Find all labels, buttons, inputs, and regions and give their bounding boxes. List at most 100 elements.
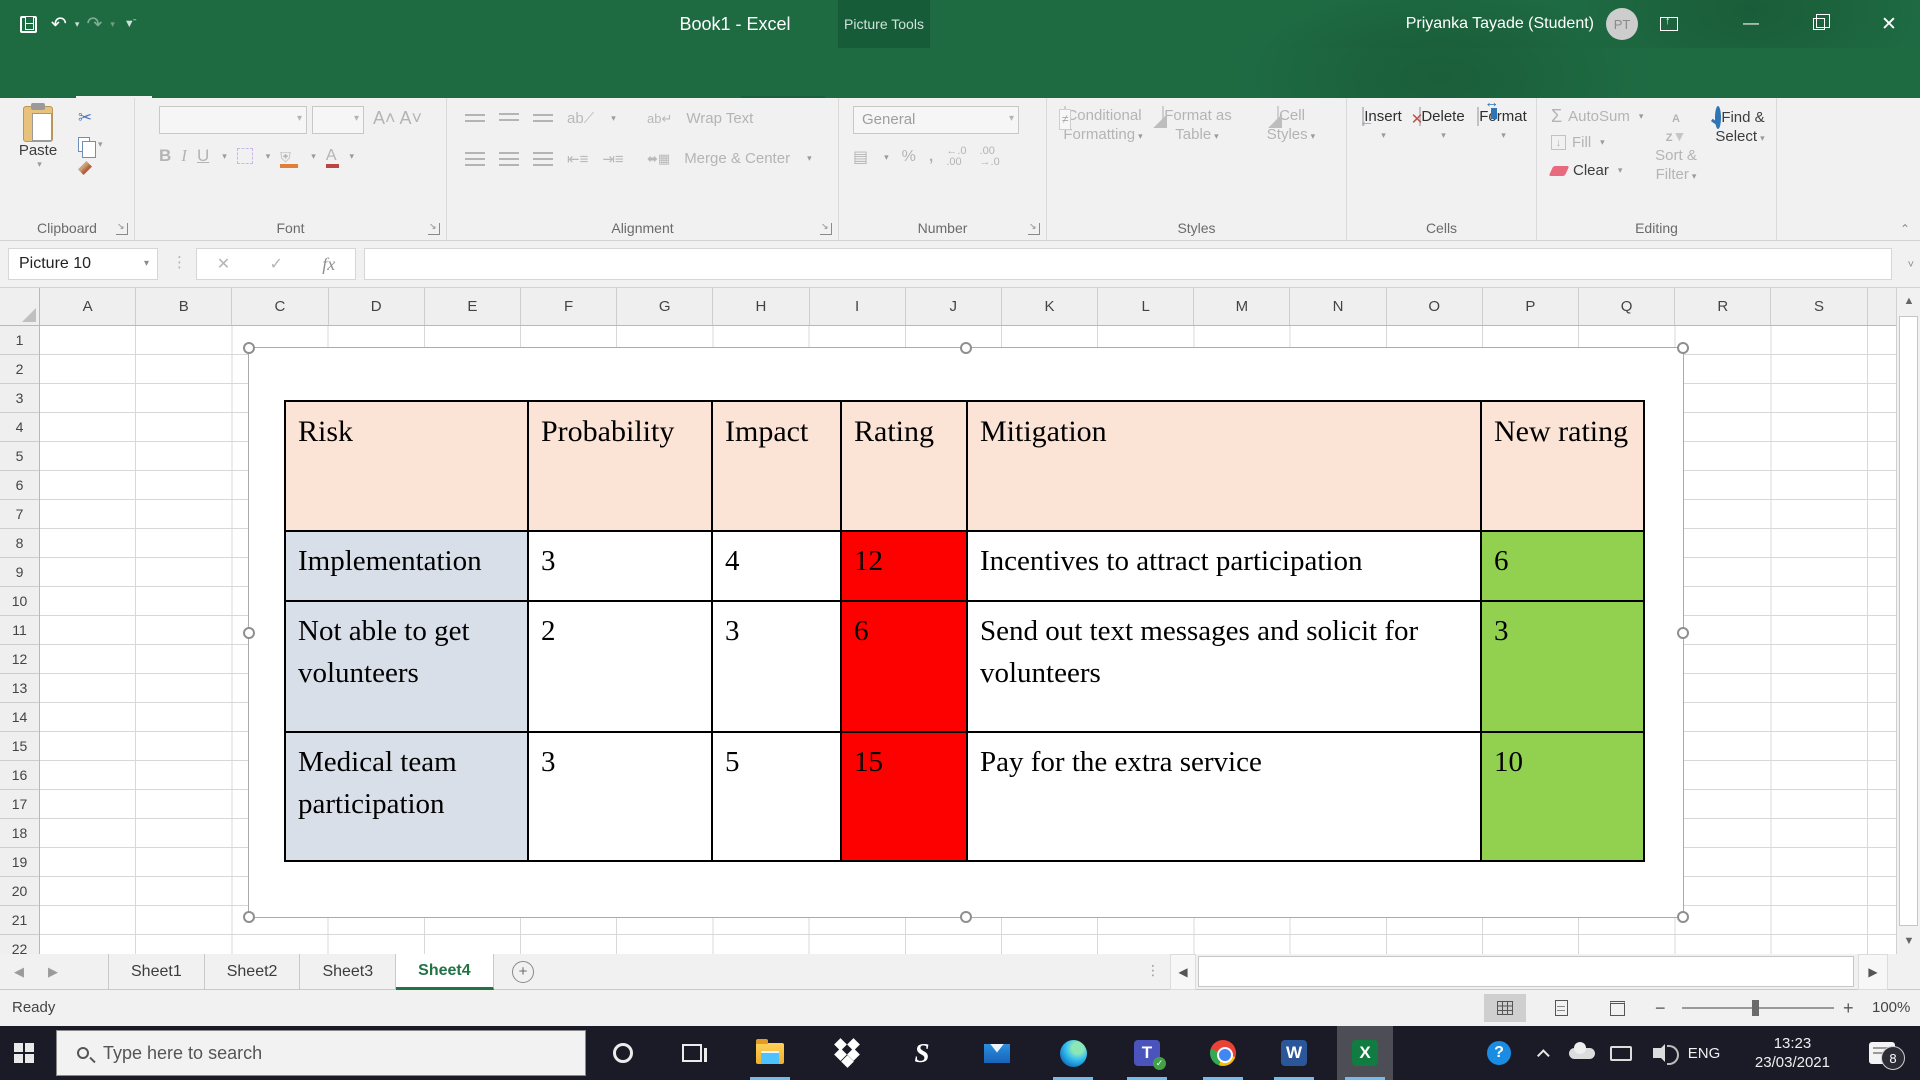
column-header-d[interactable]: D: [329, 288, 425, 325]
resize-handle-middle-left[interactable]: [243, 626, 255, 639]
undo-dropdown-icon[interactable]: ▾: [75, 19, 80, 30]
new-sheet-button[interactable]: +: [512, 961, 534, 983]
app-s-button[interactable]: S: [894, 1026, 950, 1080]
column-header-r[interactable]: R: [1675, 288, 1772, 325]
customize-quick-access-icon[interactable]: ▼̄: [124, 18, 135, 30]
notification-center-button[interactable]: 8: [1862, 1026, 1905, 1080]
row-header-16[interactable]: 16: [0, 761, 39, 790]
excel-button[interactable]: X: [1337, 1026, 1393, 1080]
teams-button[interactable]: T: [1119, 1026, 1175, 1080]
column-header-j[interactable]: J: [906, 288, 1002, 325]
taskbar-search-box[interactable]: Type here to search: [56, 1030, 586, 1076]
clear-dropdown-icon[interactable]: ▾: [1618, 165, 1623, 176]
row-header-22[interactable]: 22: [0, 935, 39, 954]
fill-button[interactable]: ↓ Fill ▾: [1551, 134, 1605, 151]
column-header-c[interactable]: C: [232, 288, 329, 325]
row-header-14[interactable]: 14: [0, 703, 39, 732]
zoom-out-button[interactable]: −: [1655, 990, 1666, 1026]
align-top-icon[interactable]: [465, 113, 485, 124]
cell-styles-button[interactable]: Cell Styles ▾: [1245, 106, 1337, 146]
chrome-button[interactable]: [1195, 1026, 1251, 1080]
format-painter-icon[interactable]: [78, 161, 92, 175]
paste-button[interactable]: Paste ▾: [10, 103, 66, 170]
ribbon-display-options-button[interactable]: [1646, 0, 1692, 48]
column-header-s[interactable]: S: [1771, 288, 1868, 325]
language-indicator[interactable]: ENG: [1684, 1026, 1724, 1080]
underline-button[interactable]: U: [197, 146, 209, 166]
row-header-7[interactable]: 7: [0, 500, 39, 529]
paste-dropdown-icon[interactable]: ▾: [37, 159, 42, 170]
save-icon[interactable]: [20, 15, 37, 33]
sheet-nav-left-icon[interactable]: ◀: [14, 964, 24, 980]
undo-icon[interactable]: ↶: [51, 13, 67, 36]
number-format-combo[interactable]: General: [853, 106, 1019, 134]
sheet-tab-sheet1[interactable]: Sheet1: [108, 954, 205, 990]
zoom-in-button[interactable]: +: [1843, 990, 1854, 1026]
column-header-a[interactable]: A: [40, 288, 137, 325]
hscroll-left-icon[interactable]: ◀: [1170, 954, 1196, 990]
cancel-icon[interactable]: ✕: [217, 254, 230, 274]
row-header-3[interactable]: 3: [0, 384, 39, 413]
insert-cells-button[interactable]: Insert▾: [1353, 107, 1411, 142]
sort-filter-dropdown-icon[interactable]: ▾: [1692, 171, 1697, 181]
sheet-tab-sheet4[interactable]: Sheet4: [396, 954, 494, 990]
increase-decimal-icon[interactable]: ←.0.00: [946, 146, 966, 168]
row-header-17[interactable]: 17: [0, 790, 39, 819]
underline-dropdown-icon[interactable]: ▾: [222, 151, 227, 162]
cut-icon[interactable]: ✂: [78, 108, 103, 128]
tab-split-handle[interactable]: ⋮: [1146, 962, 1160, 979]
row-header-2[interactable]: 2: [0, 355, 39, 384]
orientation-icon[interactable]: ab⟋: [567, 110, 594, 127]
help-tray-button[interactable]: ?: [1485, 1026, 1513, 1080]
word-button[interactable]: W: [1266, 1026, 1322, 1080]
bold-button[interactable]: B: [159, 146, 171, 166]
comma-style-icon[interactable]: ,: [929, 148, 933, 166]
row-header-20[interactable]: 20: [0, 877, 39, 906]
delete-cells-button[interactable]: Delete ▾: [1413, 107, 1471, 142]
fill-color-icon[interactable]: ⛨: [280, 149, 299, 168]
column-header-q[interactable]: Q: [1579, 288, 1676, 325]
page-break-view-button[interactable]: [1596, 994, 1638, 1022]
cortana-button[interactable]: [595, 1026, 651, 1080]
row-header-5[interactable]: 5: [0, 442, 39, 471]
font-size-combo[interactable]: [312, 106, 364, 134]
sheet-nav-right-icon[interactable]: ▶: [48, 964, 58, 980]
font-color-icon[interactable]: A: [325, 147, 339, 168]
user-account[interactable]: Priyanka Tayade (Student) PT: [1406, 0, 1638, 48]
scroll-up-icon[interactable]: ▲: [1897, 288, 1920, 314]
number-dialog-launcher-icon[interactable]: [1028, 223, 1040, 235]
clear-button[interactable]: Clear ▾: [1548, 162, 1623, 179]
wrap-text-label[interactable]: Wrap Text: [686, 110, 753, 127]
column-header-f[interactable]: F: [521, 288, 618, 325]
copy-dropdown-icon[interactable]: ▾: [98, 139, 103, 150]
enter-icon[interactable]: ✓: [269, 254, 282, 274]
row-header-4[interactable]: 4: [0, 413, 39, 442]
collapse-ribbon-icon[interactable]: ⌃: [1900, 222, 1910, 236]
row-header-9[interactable]: 9: [0, 558, 39, 587]
accounting-format-icon[interactable]: ▤: [853, 147, 868, 167]
clock[interactable]: 13:23 23/03/2021: [1755, 1026, 1830, 1080]
align-right-icon[interactable]: [533, 152, 553, 166]
name-box-splitter[interactable]: ⋮: [172, 253, 187, 271]
column-header-h[interactable]: H: [713, 288, 810, 325]
onedrive-tray-button[interactable]: [1566, 1026, 1598, 1080]
resize-handle-bottom-left[interactable]: [243, 911, 255, 923]
select-all-corner[interactable]: [0, 288, 40, 326]
redo-dropdown-icon[interactable]: ▾: [110, 19, 115, 30]
align-middle-icon[interactable]: [499, 112, 519, 125]
resize-handle-bottom-center[interactable]: [960, 911, 972, 923]
task-view-button[interactable]: [664, 1026, 720, 1080]
dropbox-button[interactable]: [819, 1026, 875, 1080]
fill-color-dropdown-icon[interactable]: ▾: [311, 151, 316, 162]
accounting-dropdown-icon[interactable]: ▾: [884, 152, 889, 163]
scroll-down-icon[interactable]: ▼: [1897, 928, 1920, 954]
expand-formula-bar-icon[interactable]: ˅: [1908, 259, 1914, 271]
edge-button[interactable]: [1045, 1026, 1101, 1080]
autosum-button[interactable]: Σ AutoSum ▾: [1551, 106, 1643, 127]
font-color-dropdown-icon[interactable]: ▾: [350, 151, 355, 162]
conditional-dropdown-icon[interactable]: ▾: [1138, 131, 1143, 141]
formula-input[interactable]: [364, 248, 1892, 280]
align-center-icon[interactable]: [499, 152, 519, 166]
row-header-10[interactable]: 10: [0, 587, 39, 616]
column-header-g[interactable]: G: [617, 288, 714, 325]
